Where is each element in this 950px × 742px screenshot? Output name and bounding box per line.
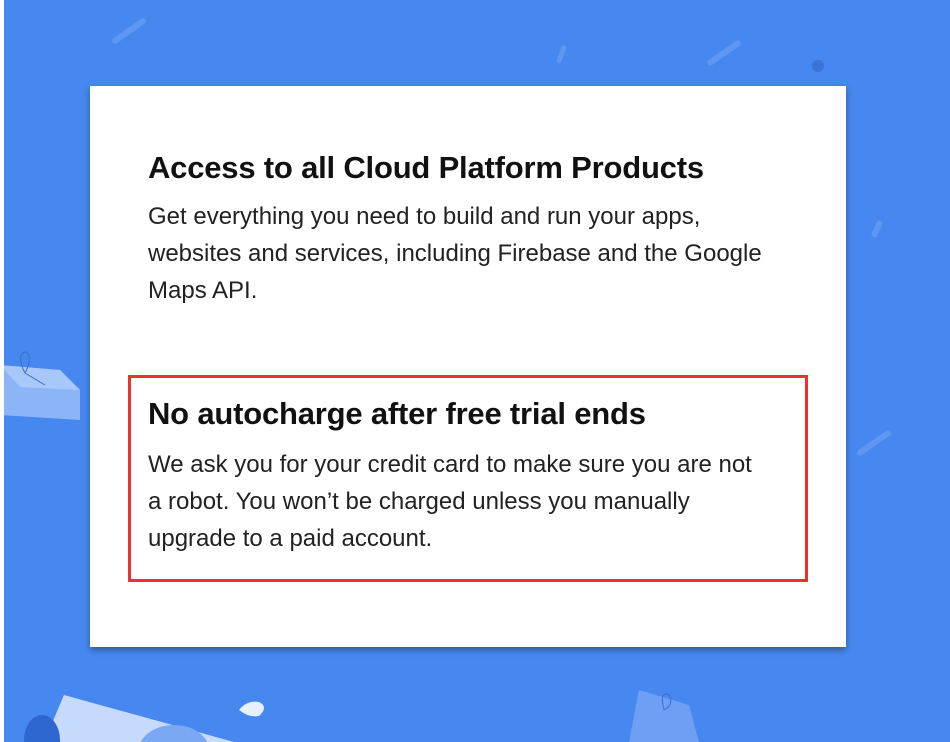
gift-box-icon [4,351,80,420]
envelope-illustration [24,695,264,742]
confetti-icon [110,17,148,45]
confetti-icon [556,44,567,64]
feature-description: Get everything you need to build and run… [148,203,762,304]
confetti-icon [705,39,743,67]
confetti-icon [855,429,893,457]
gift-box-icon [629,690,699,742]
highlight-annotation-box [128,375,808,582]
dot-icon [812,60,824,72]
feature-title: Access to all Cloud Platform Products [148,150,704,185]
confetti-icon [870,219,884,239]
feature-cloud-products: Access to all Cloud Platform Products Ge… [148,150,768,309]
